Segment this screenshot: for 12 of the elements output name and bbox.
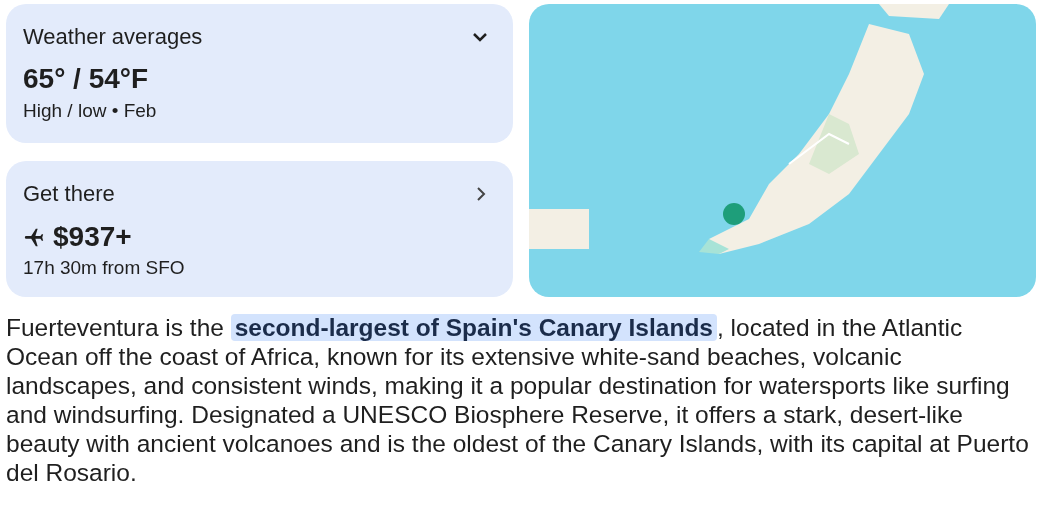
caption: High / low • Feb (23, 99, 157, 123)
chevron-icon[interactable] (476, 185, 486, 202)
weather-card[interactable]: Weather averages 65° / 54°F High / low • Feb (6, 4, 513, 143)
description-paragraph: Fuerteventura is the second-largest of Spain's Canary Islands , located in the Atlantic Ocean off the coast of Africa, known for its extensive white-sand beaches, volcanic landscapes, and consistent winds, making it a popular destination for watersports like surfing and windsurfing. Designated a UNESCO Biosphere Reserve, it offers a stark, desert-like beauty with ancient volcanoes and is the oldest of the Canary Islands, with its capital at Puerto del Rosario. (5, 313, 1030, 487)
price: $937+ (53, 220, 132, 254)
temperature: 65° / 54°F (23, 62, 149, 96)
caption: 17h 30m from SFO (23, 256, 185, 280)
card-title: Weather averages (23, 23, 203, 51)
card-title: Get there (23, 180, 115, 208)
chevron-icon[interactable] (472, 31, 488, 42)
travel-card[interactable]: Get there $937+ 17h 30m from SFO (6, 161, 513, 297)
airplane-icon (23, 226, 45, 248)
